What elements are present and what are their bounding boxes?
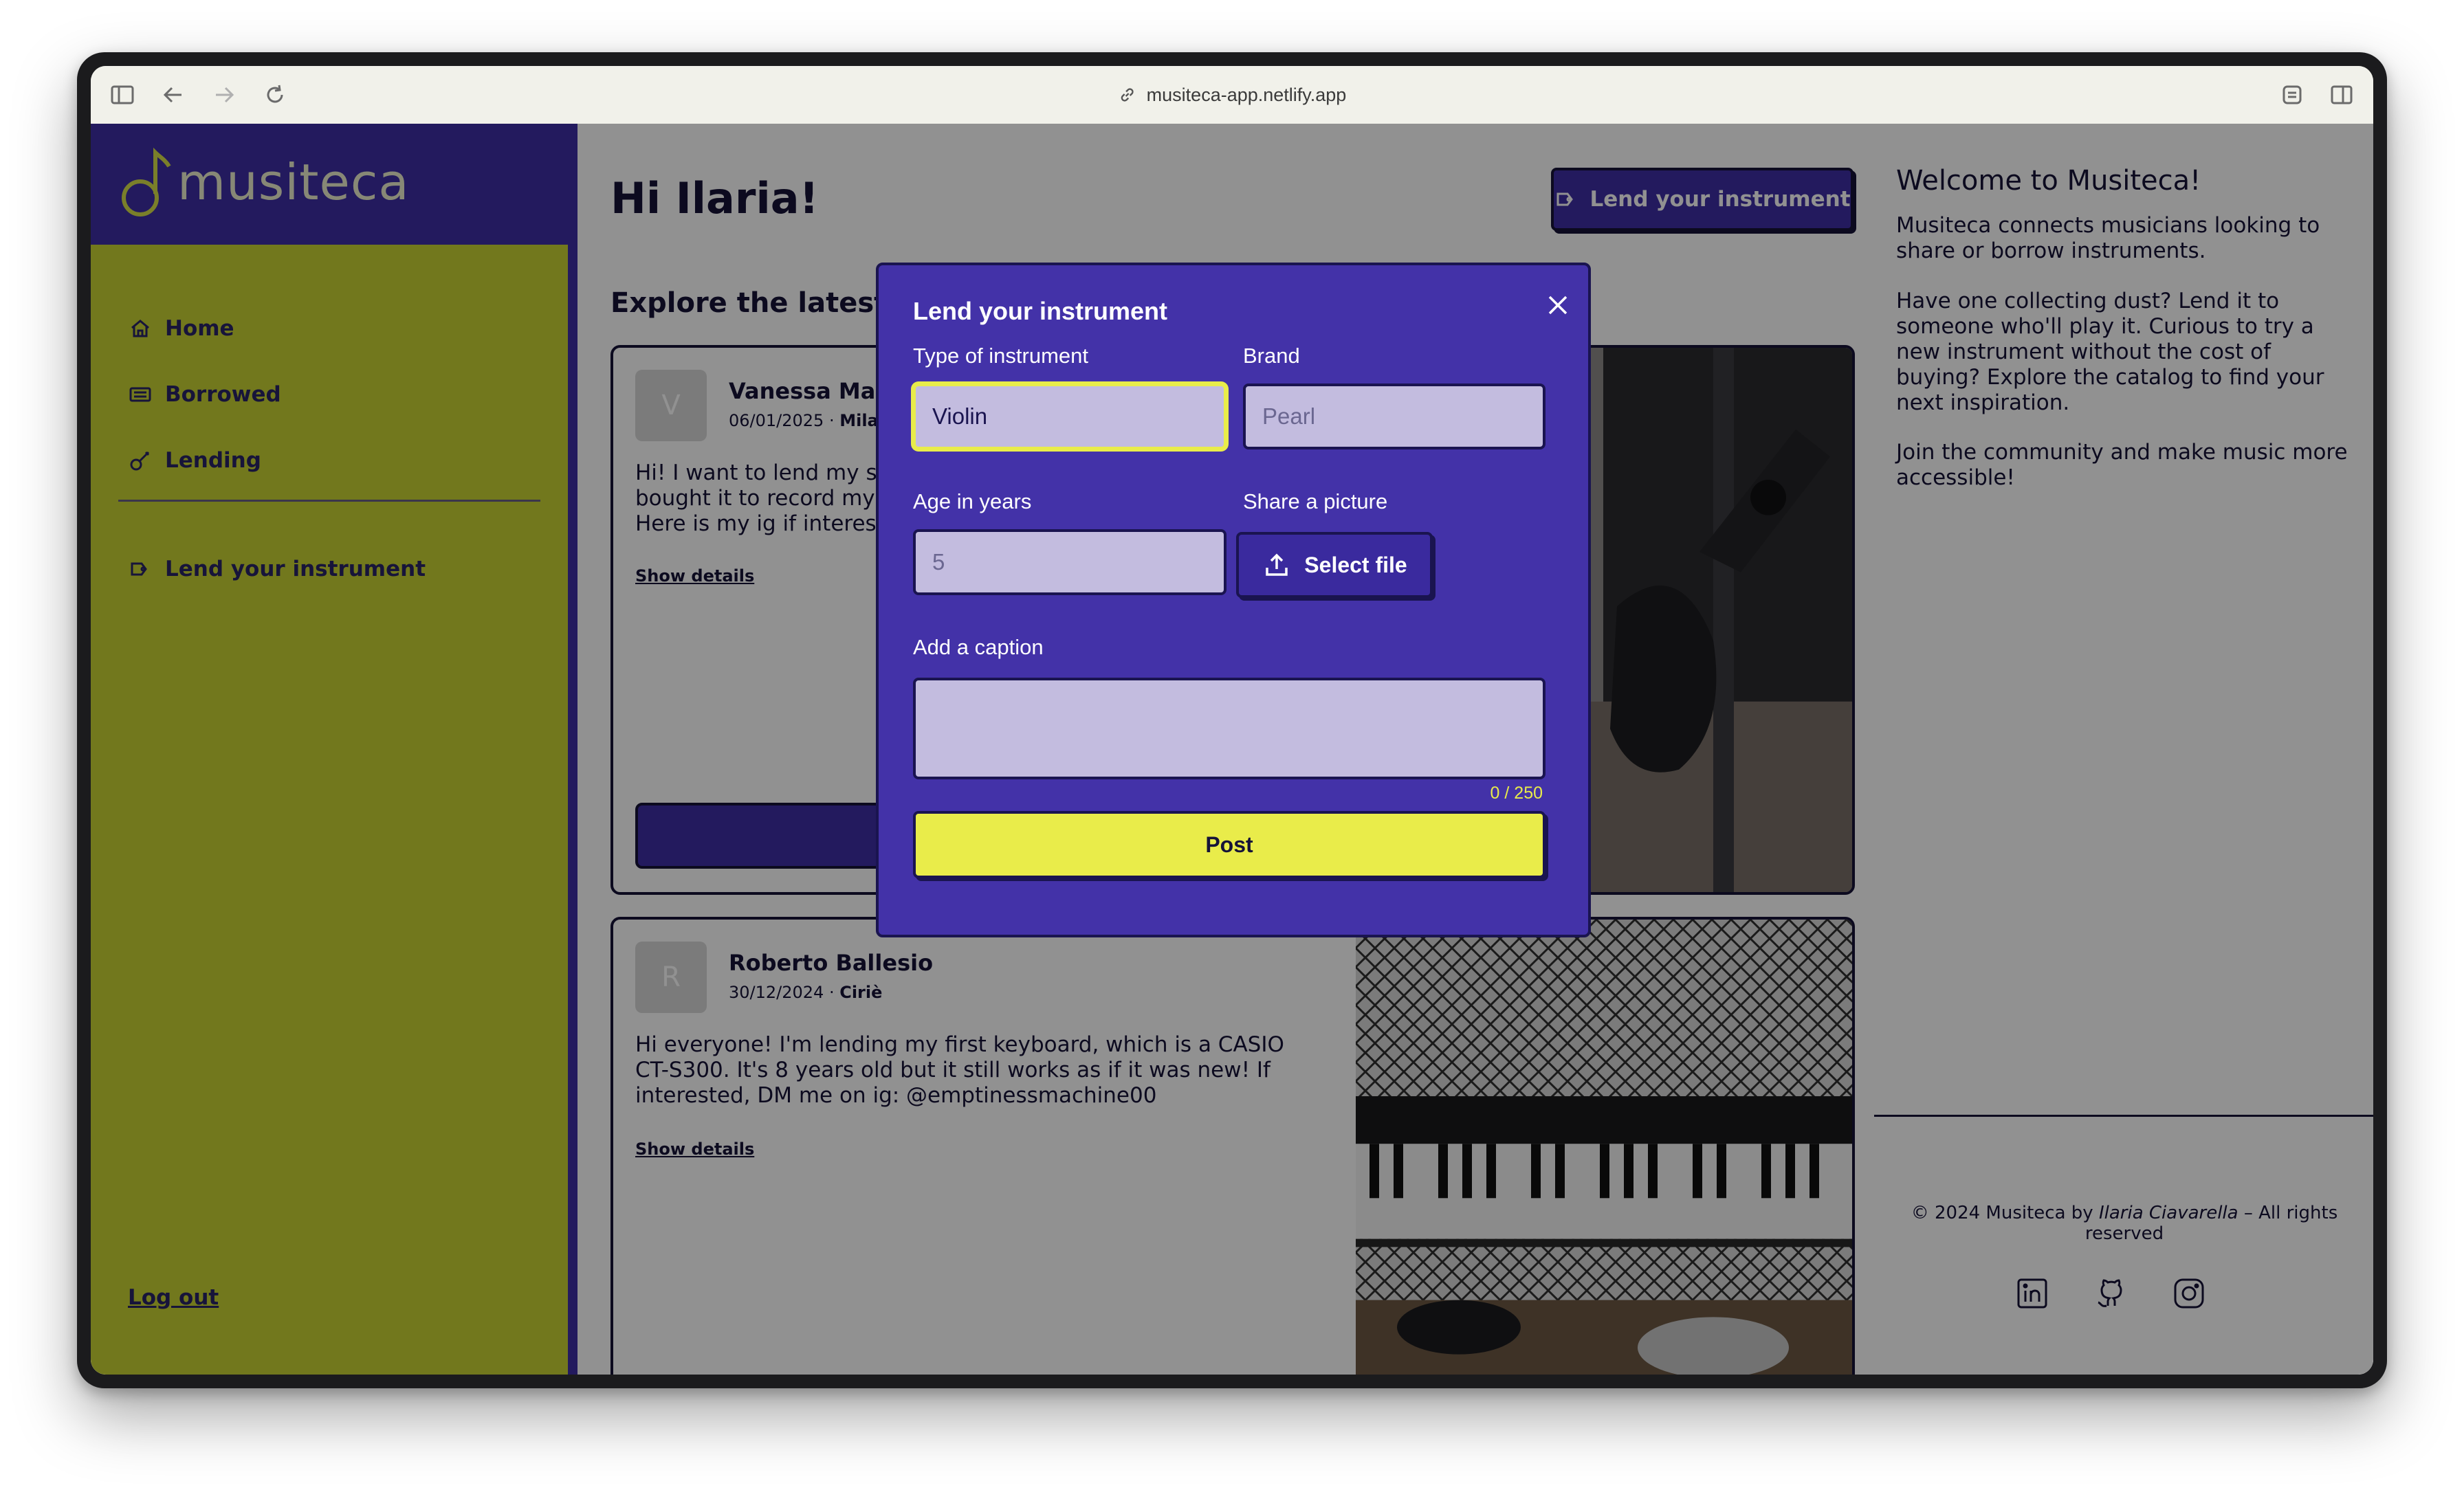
app: musiteca Home Borrowed Lending Lend your… <box>91 124 2373 1375</box>
age-input[interactable]: 5 <box>913 529 1226 595</box>
caption-label: Add a caption <box>913 635 1044 659</box>
reload-icon[interactable] <box>258 78 292 111</box>
address-bar[interactable]: musiteca-app.netlify.app <box>1118 78 1347 111</box>
age-label: Age in years <box>913 489 1032 513</box>
close-button[interactable] <box>1544 291 1577 324</box>
back-icon[interactable] <box>157 78 190 111</box>
instrument-type-input[interactable]: Violin <box>913 383 1226 449</box>
caption-textarea[interactable] <box>913 678 1546 779</box>
sidebar-toggle-icon[interactable] <box>106 78 139 111</box>
link-icon <box>1121 88 1134 102</box>
lend-instrument-modal: Lend your instrument Type of instrument … <box>876 263 1591 937</box>
brand-input[interactable]: Pearl <box>1243 383 1546 449</box>
brand-label: Brand <box>1243 344 1300 368</box>
caption-counter: 0 / 250 <box>1490 783 1543 803</box>
upload-icon <box>1266 553 1288 576</box>
browser-toolbar: musiteca-app.netlify.app <box>91 66 2373 125</box>
url-text: musiteca-app.netlify.app <box>1146 85 1347 105</box>
select-file-button[interactable]: Select file <box>1236 532 1433 598</box>
split-view-icon[interactable] <box>2325 78 2358 111</box>
picture-label: Share a picture <box>1243 489 1388 513</box>
type-label: Type of instrument <box>913 344 1089 368</box>
post-button[interactable]: Post <box>913 811 1546 878</box>
modal-title: Lend your instrument <box>913 297 1168 325</box>
device-frame: musiteca-app.netlify.app musiteca Home B… <box>77 52 2387 1388</box>
close-icon <box>1548 296 1568 315</box>
select-file-label: Select file <box>1304 552 1407 577</box>
forward-icon[interactable] <box>208 78 241 111</box>
screen: musiteca-app.netlify.app musiteca Home B… <box>91 66 2373 1375</box>
extension-icon[interactable] <box>2276 78 2309 111</box>
